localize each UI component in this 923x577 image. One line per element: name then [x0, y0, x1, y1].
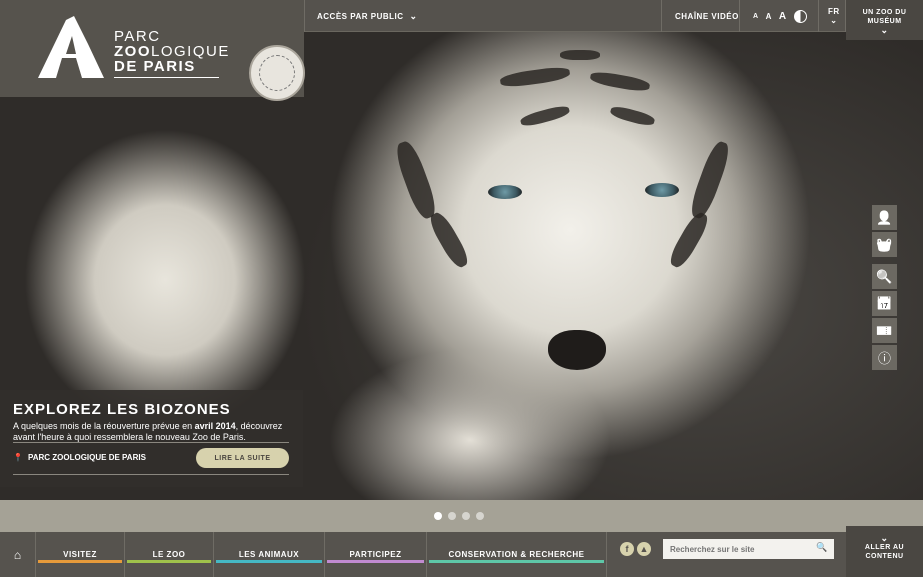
slider-dot[interactable]: [462, 512, 470, 520]
public-access-label: ACCÈS PAR PUBLIC: [317, 11, 404, 21]
nav-item-conservation[interactable]: CONSERVATION & RECHERCHE: [427, 532, 607, 577]
language-label: FR: [828, 7, 840, 16]
zoo-social-icon[interactable]: ▲: [637, 542, 651, 556]
chevron-down-icon: ⌄: [830, 16, 838, 25]
public-access-menu[interactable]: ACCÈS PAR PUBLIC ⌄: [317, 0, 418, 32]
museum-link[interactable]: UN ZOO DU MUSÉUM ⌄: [846, 0, 923, 40]
top-bar: ACCÈS PAR PUBLIC ⌄ CHAÎNE VIDÉO A A A FR…: [304, 0, 923, 32]
info-icon[interactable]: ⓘ: [872, 345, 897, 370]
museum-seal[interactable]: [249, 45, 305, 101]
language-selector[interactable]: FR ⌄: [828, 0, 840, 32]
search-icon[interactable]: 🔍: [872, 264, 897, 289]
logo-mark-icon: [38, 16, 104, 78]
location-pin-icon: 📍: [13, 453, 23, 462]
logo-line-1: PARC: [114, 28, 161, 45]
contrast-icon[interactable]: [793, 9, 807, 23]
chevron-down-icon: ⌄: [880, 533, 889, 543]
slider-dot[interactable]: [448, 512, 456, 520]
nav-item-les-animaux[interactable]: LES ANIMAUX: [214, 532, 325, 577]
nav-item-visitez[interactable]: VISITEZ: [36, 532, 125, 577]
basket-icon[interactable]: 🧺: [872, 232, 897, 257]
caption-divider: [13, 442, 289, 443]
logo-line-3: DE PARIS: [114, 58, 196, 75]
search-input[interactable]: [663, 539, 834, 559]
museum-line-1: UN ZOO DU: [862, 9, 907, 16]
user-icon[interactable]: 👤: [872, 205, 897, 230]
calendar-icon[interactable]: 📅: [872, 291, 897, 316]
slide-caption: EXPLOREZ LES BIOZONES A quelques mois de…: [0, 390, 303, 487]
video-channel-link[interactable]: CHAÎNE VIDÉO: [675, 0, 739, 32]
font-size-mid-button[interactable]: A: [766, 12, 772, 21]
search-icon[interactable]: 🔍: [816, 542, 827, 553]
content-line-1: ALLER AU: [864, 544, 905, 551]
ticket-icon[interactable]: 🎫: [872, 318, 897, 343]
caption-location: 📍 PARC ZOOLOGIQUE DE PARIS: [13, 453, 146, 462]
nav-item-participez[interactable]: PARTICIPEZ: [325, 532, 427, 577]
home-icon[interactable]: ⌂: [0, 532, 36, 577]
logo-underline: [114, 77, 219, 78]
skip-to-content-link[interactable]: ⌄ ALLER AU CONTENU: [846, 526, 923, 577]
read-more-button[interactable]: LIRE LA SUITE: [196, 448, 289, 468]
slider-dot[interactable]: [476, 512, 484, 520]
chevron-down-icon: ⌄: [880, 25, 889, 35]
content-line-2: CONTENU: [865, 553, 904, 560]
main-navigation: ⌂ VISITEZ LE ZOO LES ANIMAUX PARTICIPEZ …: [0, 532, 923, 577]
font-size-controls: A A A: [753, 0, 807, 32]
nav-item-le-zoo[interactable]: LE ZOO: [125, 532, 214, 577]
font-size-large-button[interactable]: A: [779, 11, 787, 22]
slider-dots: [434, 512, 484, 520]
facebook-icon[interactable]: f: [620, 542, 634, 556]
caption-divider: [13, 474, 289, 475]
caption-text: A quelques mois de la réouverture prévue…: [13, 421, 283, 442]
caption-title: EXPLOREZ LES BIOZONES: [13, 401, 231, 418]
font-size-small-button[interactable]: A: [753, 13, 759, 20]
chevron-down-icon: ⌄: [409, 10, 418, 21]
slider-dot[interactable]: [434, 512, 442, 520]
